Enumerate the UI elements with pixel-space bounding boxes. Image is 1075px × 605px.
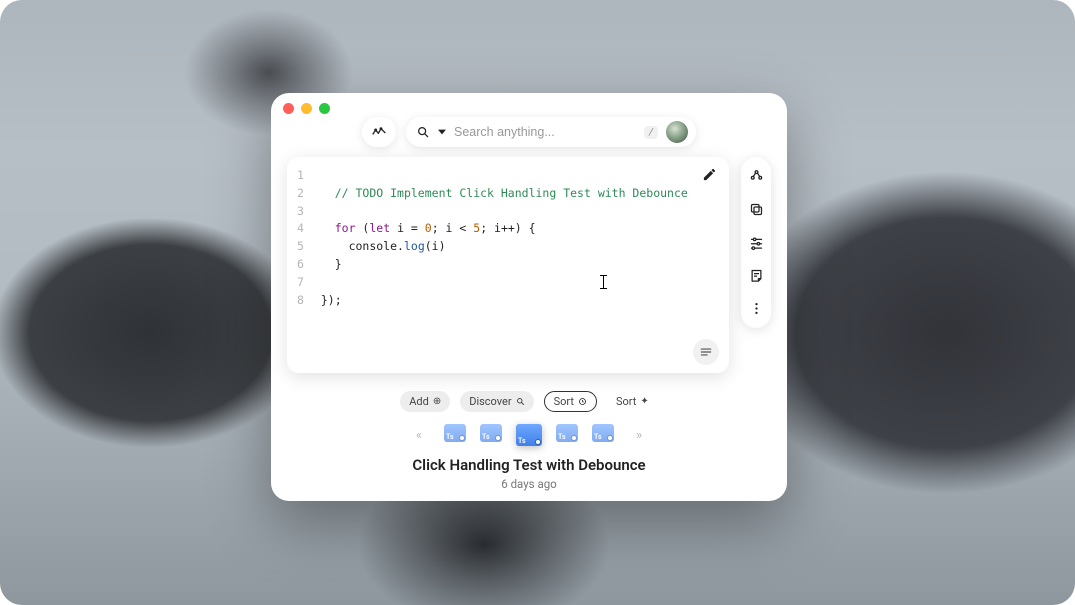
sort-ai-button[interactable]: Sort ✦	[607, 391, 658, 412]
search-input[interactable]	[454, 125, 636, 139]
search-icon	[416, 125, 430, 139]
filmstrip-next[interactable]: »	[632, 428, 646, 443]
desktop-wallpaper: / 12345678 // TODO Implement Click Handl…	[0, 0, 1075, 605]
search-bar[interactable]: /	[406, 117, 696, 147]
line-gutter: 12345678	[297, 167, 314, 310]
edit-button[interactable]	[702, 167, 717, 182]
chip-label: Discover	[469, 395, 511, 408]
item-caption: Click Handling Test with Debounce 6 days…	[287, 456, 771, 491]
text-cursor-icon	[603, 275, 604, 289]
thumbnail-active[interactable]: Ts	[516, 424, 542, 446]
item-title: Click Handling Test with Debounce	[287, 456, 771, 474]
add-button[interactable]: Add ⊕	[400, 391, 450, 412]
search-icon	[516, 397, 525, 406]
pencil-icon	[702, 167, 717, 182]
minimize-button[interactable]	[301, 103, 312, 114]
copy-button[interactable]	[749, 202, 764, 217]
search-shortcut-hint: /	[644, 126, 658, 139]
thumbnail[interactable]: Ts	[556, 424, 578, 442]
more-button[interactable]	[749, 301, 764, 316]
thumbnail[interactable]: Ts	[592, 424, 614, 442]
share-button[interactable]	[749, 169, 764, 184]
more-vertical-icon	[749, 301, 764, 316]
sparkline-icon	[371, 124, 387, 140]
thumbnails: Ts Ts Ts Ts Ts	[444, 424, 614, 446]
search-scope-dropdown-icon[interactable]	[438, 128, 446, 136]
sliders-icon	[749, 235, 764, 250]
plus-circle-icon: ⊕	[433, 396, 441, 407]
sort-recent-button[interactable]: Sort	[544, 391, 597, 412]
app-window: / 12345678 // TODO Implement Click Handl…	[271, 93, 787, 501]
window-controls	[283, 103, 330, 114]
thumbnail[interactable]: Ts	[444, 424, 466, 442]
action-row: Add ⊕ Discover Sort Sort ✦	[287, 391, 771, 412]
code-editor[interactable]: 12345678 // TODO Implement Click Handlin…	[297, 167, 715, 310]
wrap-toggle-button[interactable]	[693, 339, 719, 365]
settings-button[interactable]	[749, 235, 764, 250]
chip-label: Sort	[616, 395, 636, 408]
close-button[interactable]	[283, 103, 294, 114]
side-toolbar	[741, 157, 771, 328]
code-editor-card: 12345678 // TODO Implement Click Handlin…	[287, 157, 729, 373]
sparkle-icon: ✦	[640, 396, 648, 407]
app-logo-button[interactable]	[362, 117, 396, 147]
clock-icon	[578, 397, 587, 406]
item-time: 6 days ago	[287, 477, 771, 491]
share-icon	[749, 169, 764, 184]
note-icon	[749, 268, 764, 283]
copy-icon	[749, 202, 764, 217]
code-content[interactable]: // TODO Implement Click Handling Test wi…	[314, 167, 688, 310]
chip-label: Add	[409, 395, 429, 408]
wrap-icon	[699, 345, 713, 359]
avatar[interactable]	[666, 121, 688, 143]
title-bar: /	[287, 117, 771, 147]
filmstrip: « Ts Ts Ts Ts Ts »	[287, 424, 771, 446]
maximize-button[interactable]	[319, 103, 330, 114]
chip-label: Sort	[554, 395, 574, 408]
discover-button[interactable]: Discover	[460, 391, 533, 412]
thumbnail[interactable]: Ts	[480, 424, 502, 442]
note-button[interactable]	[749, 268, 764, 283]
filmstrip-prev[interactable]: «	[412, 428, 426, 443]
